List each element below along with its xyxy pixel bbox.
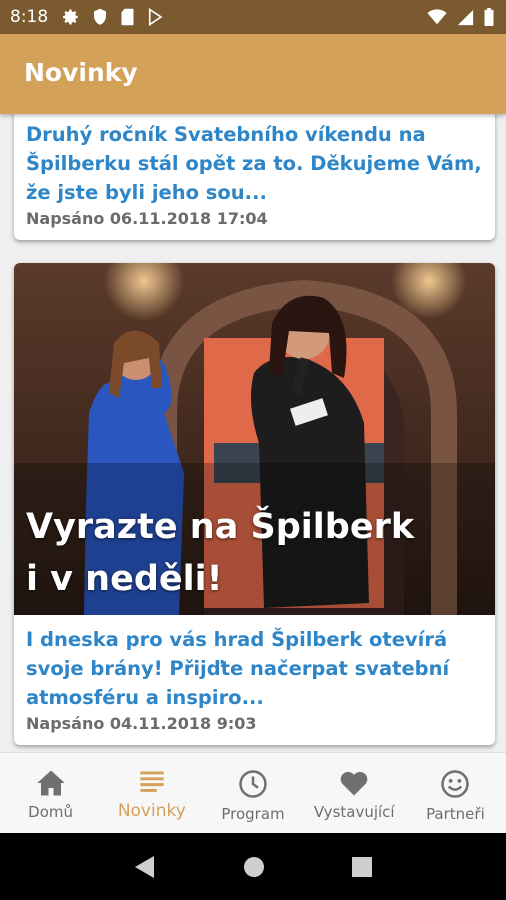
status-bar: 8:18: [0, 0, 506, 34]
app-bar: Novinky: [0, 34, 506, 114]
news-card-text: Druhý ročník Svatebního víkendu na Špilb…: [26, 120, 485, 228]
news-card[interactable]: Vyrazte na Špilberk i v neděli! I dneska…: [14, 263, 495, 745]
nav-item-news[interactable]: Novinky: [101, 753, 202, 834]
home-icon: [36, 770, 65, 796]
system-navigation-bar: [0, 833, 506, 900]
nav-item-home[interactable]: Domů: [0, 753, 101, 834]
list-icon: [140, 771, 164, 792]
nav-item-program[interactable]: Program: [202, 753, 303, 834]
page-title: Novinky: [24, 58, 138, 87]
nav-item-label: Partneři: [426, 805, 485, 823]
nav-item-exhibitors[interactable]: Vystavující: [304, 753, 405, 834]
news-date: Napsáno 06.11.2018 17:04: [26, 209, 268, 228]
news-list[interactable]: Druhý ročník Svatebního víkendu na Špilb…: [0, 114, 506, 752]
bottom-navigation: Domů Novinky Program Vystavující Partneř…: [0, 752, 506, 834]
nav-item-label: Domů: [28, 803, 74, 821]
home-circle-icon[interactable]: [243, 856, 265, 878]
status-time: 8:18: [10, 7, 49, 27]
battery-icon: [484, 8, 494, 26]
nav-item-label: Vystavující: [313, 803, 395, 821]
clock-icon: [239, 770, 267, 798]
news-image[interactable]: Vyrazte na Špilberk i v neděli!: [14, 263, 495, 615]
news-card[interactable]: Druhý ročník Svatebního víkendu na Špilb…: [14, 114, 495, 240]
status-right-icons: [427, 8, 494, 26]
wifi-icon: [427, 9, 447, 25]
shield-icon: [94, 8, 107, 25]
play-store-icon: [149, 8, 163, 26]
sd-card-icon: [121, 8, 134, 26]
smiley-icon: [441, 770, 470, 798]
heart-icon: [340, 771, 368, 796]
nav-item-label: Program: [221, 805, 285, 823]
news-date: Napsáno 04.11.2018 9:03: [26, 714, 257, 733]
news-image-title: Vyrazte na Špilberk i v neděli!: [26, 507, 415, 599]
news-excerpt[interactable]: I dneska pro vás hrad Špilberk otevírá s…: [26, 625, 485, 712]
recents-icon[interactable]: [352, 856, 373, 877]
nav-item-partners[interactable]: Partneři: [405, 753, 506, 834]
status-left-icons: [62, 8, 163, 26]
gear-icon: [63, 9, 78, 25]
signal-icon: [457, 9, 474, 25]
news-excerpt[interactable]: Druhý ročník Svatebního víkendu na Špilb…: [26, 120, 485, 207]
back-icon[interactable]: [134, 855, 156, 879]
nav-item-label: Novinky: [117, 801, 186, 821]
news-card-text: I dneska pro vás hrad Špilberk otevírá s…: [26, 625, 485, 733]
